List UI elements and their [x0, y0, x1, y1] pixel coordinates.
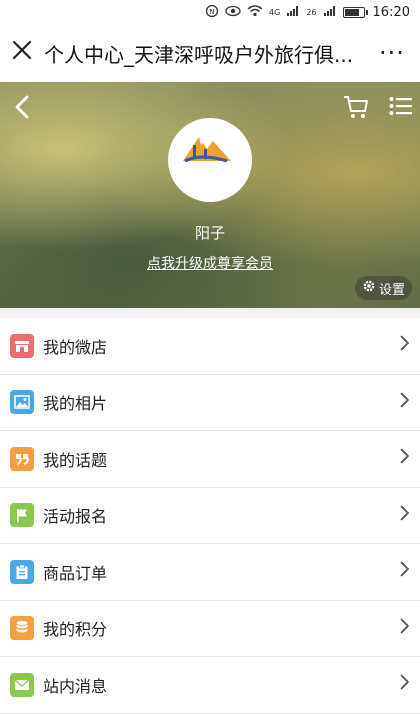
- menu-item-messages[interactable]: 站内消息: [0, 657, 420, 714]
- signal-icon-a: N: [205, 4, 219, 20]
- database-icon: [10, 616, 34, 641]
- upgrade-membership-link[interactable]: 点我升级成尊享会员: [0, 253, 420, 273]
- menu-list: 我的微店 我的相片 我的话题 活动报名 商品订单 我的积分 站内消息: [0, 318, 420, 714]
- avatar[interactable]: [168, 118, 252, 202]
- menu-item-events[interactable]: 活动报名: [0, 487, 420, 544]
- eye-icon: [225, 5, 241, 20]
- menu-item-label: 活动报名: [43, 507, 108, 527]
- page-title: 个人中心_天津深呼吸户外旅行俱...: [44, 42, 354, 67]
- menu-item-label: 我的积分: [43, 620, 108, 640]
- chevron-right-icon: [390, 559, 420, 584]
- menu-item-points[interactable]: 我的积分: [0, 600, 420, 657]
- network-label-26: 26: [306, 7, 317, 17]
- cart-icon[interactable]: [342, 94, 370, 120]
- cell-signal-icon-2: [323, 5, 337, 20]
- menu-item-orders[interactable]: 商品订单: [0, 544, 420, 601]
- chevron-right-icon: [390, 446, 420, 471]
- gear-icon: [362, 279, 376, 297]
- cell-signal-icon-1: [286, 5, 300, 20]
- back-arrow-icon[interactable]: [10, 94, 36, 120]
- menu-item-label: 我的相片: [43, 394, 108, 414]
- quote-icon: [10, 446, 34, 471]
- network-label-4g: 4G: [269, 7, 281, 17]
- menu-item-label: 我的微店: [43, 337, 108, 357]
- menu-item-topics[interactable]: 我的话题: [0, 431, 420, 488]
- chevron-right-icon: [390, 672, 420, 697]
- battery-icon: [342, 6, 368, 18]
- chevron-right-icon: [390, 503, 420, 528]
- profile-header: 阳子 点我升级成尊享会员 设置: [0, 82, 420, 308]
- close-icon[interactable]: [0, 38, 44, 68]
- chevron-right-icon: [390, 616, 420, 641]
- status-icons: N 4G 26: [205, 4, 368, 20]
- club-logo: [171, 121, 249, 199]
- nav-bar: 个人中心_天津深呼吸户外旅行俱... ···: [0, 24, 420, 82]
- chevron-right-icon: [390, 333, 420, 358]
- menu-item-shop[interactable]: 我的微店: [0, 318, 420, 375]
- menu-item-photos[interactable]: 我的相片: [0, 374, 420, 431]
- wifi-icon: [247, 4, 263, 20]
- profile-name: 阳子: [194, 224, 225, 242]
- svg-text:N: N: [209, 8, 214, 16]
- list-menu-icon[interactable]: [389, 96, 413, 116]
- clipboard-icon: [10, 559, 34, 584]
- flag-icon: [10, 503, 34, 528]
- settings-button[interactable]: 设置: [355, 276, 412, 300]
- status-bar: N 4G 26 16:20: [0, 0, 420, 24]
- status-time: 16:20: [372, 4, 410, 20]
- more-menu-button[interactable]: ···: [364, 39, 420, 67]
- settings-label: 设置: [378, 282, 405, 298]
- photo-icon: [10, 390, 34, 415]
- menu-item-label: 站内消息: [43, 676, 108, 696]
- menu-item-label: 我的话题: [43, 450, 108, 470]
- chevron-right-icon: [390, 390, 420, 415]
- shop-icon: [10, 333, 34, 358]
- menu-item-label: 商品订单: [43, 563, 108, 583]
- mail-icon: [10, 672, 34, 697]
